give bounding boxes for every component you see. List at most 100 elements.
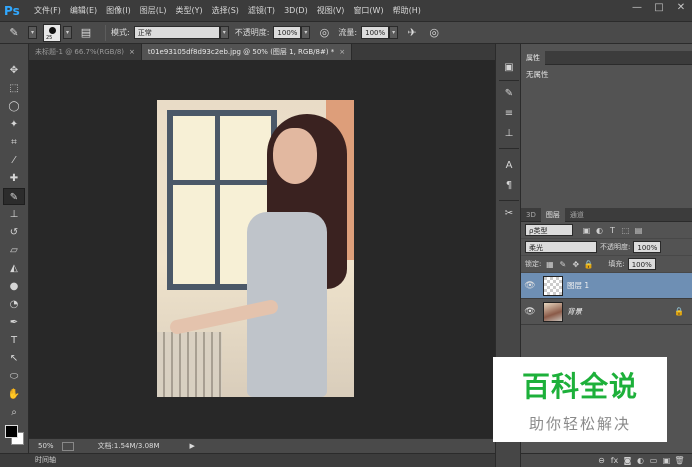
pressure-opacity-icon[interactable]: ◎ xyxy=(316,25,332,41)
document-tabs: 未标题-1 @ 66.7%(RGB/8) × t01e93105df8d93c2e… xyxy=(29,44,495,60)
flow-dropdown-arrow[interactable]: ▾ xyxy=(389,26,399,39)
eraser-tool-icon[interactable]: ▱ xyxy=(3,242,25,259)
path-selection-tool-icon[interactable]: ↖ xyxy=(3,350,25,367)
restore-button[interactable]: □ xyxy=(648,0,670,18)
layer-row-layer1[interactable]: 👁 图层 1 xyxy=(521,273,692,299)
healing-brush-tool-icon[interactable]: ✚ xyxy=(3,170,25,187)
tab-3d[interactable]: 3D xyxy=(521,208,541,222)
lock-image-icon[interactable]: ✎ xyxy=(557,259,568,270)
layer-row-background[interactable]: 👁 背景 🔒 xyxy=(521,299,692,325)
menu-3d[interactable]: 3D(D) xyxy=(284,6,308,15)
filter-shape-icon[interactable]: ⬚ xyxy=(620,225,631,236)
brush-tool-icon[interactable]: ✎ xyxy=(3,188,25,205)
brush-preset-picker[interactable]: 25 xyxy=(43,23,61,42)
opacity-dropdown-arrow[interactable]: ▾ xyxy=(301,26,311,39)
clone-stamp-tool-icon[interactable]: ⊥ xyxy=(3,206,25,223)
canvas-area[interactable] xyxy=(29,60,495,438)
paragraph-panel-icon[interactable]: ¶ xyxy=(501,178,517,194)
layer-name: 图层 1 xyxy=(567,281,590,290)
tab-photo[interactable]: t01e93105df8d93c2eb.jpg @ 50% (图层 1, RGB… xyxy=(141,44,353,60)
mode-dropdown-arrow[interactable]: ▾ xyxy=(219,26,229,39)
menu-layer[interactable]: 图层(L) xyxy=(140,5,167,16)
crop-tool-icon[interactable]: ⌗ xyxy=(3,134,25,151)
visibility-eye-icon[interactable]: 👁 xyxy=(521,307,539,317)
layer-mask-icon[interactable]: ◙ xyxy=(621,456,634,465)
eyedropper-tool-icon[interactable]: ⁄ xyxy=(3,152,25,169)
lock-transparent-icon[interactable]: ▦ xyxy=(544,259,555,270)
dodge-tool-icon[interactable]: ◔ xyxy=(3,296,25,313)
shape-tool-icon[interactable]: ⬭ xyxy=(3,368,25,385)
magic-wand-tool-icon[interactable]: ✦ xyxy=(3,116,25,133)
brush-preset-dropdown[interactable]: ▾ xyxy=(63,26,72,39)
blur-tool-icon[interactable]: ● xyxy=(3,278,25,295)
timeline-bar[interactable]: 时间轴 xyxy=(0,453,495,467)
link-layers-icon[interactable]: ⊖ xyxy=(595,456,608,465)
lock-position-icon[interactable]: ✥ xyxy=(570,259,581,270)
status-options-icon[interactable] xyxy=(61,441,74,451)
menu-type[interactable]: 类型(Y) xyxy=(175,5,202,16)
blend-mode-select[interactable]: 柔光 xyxy=(525,241,597,253)
tab-untitled[interactable]: 未标题-1 @ 66.7%(RGB/8) × xyxy=(29,44,142,60)
document-image[interactable] xyxy=(157,100,354,397)
clone-source-panel-icon[interactable]: ⊥ xyxy=(501,126,517,142)
history-brush-tool-icon[interactable]: ↺ xyxy=(3,224,25,241)
menu-select[interactable]: 选择(S) xyxy=(212,5,239,16)
brush-panel-toggle-icon[interactable]: ▤ xyxy=(78,25,94,41)
new-layer-icon[interactable]: ▣ xyxy=(660,456,673,465)
filter-adjustment-icon[interactable]: ◐ xyxy=(594,225,605,236)
pressure-size-icon[interactable]: ◎ xyxy=(426,25,442,41)
zoom-level[interactable]: 50% xyxy=(38,442,54,450)
history-panel-icon[interactable]: ▣ xyxy=(501,60,517,76)
menu-help[interactable]: 帮助(H) xyxy=(393,5,421,16)
layer-opacity-input[interactable]: 100% xyxy=(633,241,662,253)
filter-type-icon[interactable]: T xyxy=(607,225,618,236)
move-tool-icon[interactable]: ✥ xyxy=(3,62,25,79)
filter-smart-object-icon[interactable]: ▤ xyxy=(633,225,644,236)
brush-panel-icon[interactable]: ✎ xyxy=(501,86,517,102)
mode-select[interactable]: 正常 xyxy=(133,26,220,39)
strip-separator xyxy=(499,148,519,149)
menu-view[interactable]: 视图(V) xyxy=(317,5,345,16)
filter-pixel-icon[interactable]: ▣ xyxy=(581,225,592,236)
paint-bucket-tool-icon[interactable]: ◭ xyxy=(3,260,25,277)
character-panel-icon[interactable]: A xyxy=(501,158,517,174)
separator xyxy=(105,24,106,41)
menu-filter[interactable]: 滤镜(T) xyxy=(248,5,275,16)
airbrush-icon[interactable]: ✈ xyxy=(404,25,420,41)
fill-input[interactable]: 100% xyxy=(627,258,656,270)
tab-untitled-close-icon[interactable]: × xyxy=(129,48,135,56)
pen-tool-icon[interactable]: ✒ xyxy=(3,314,25,331)
marquee-tool-icon[interactable]: ⬚ xyxy=(3,80,25,97)
lock-all-icon[interactable]: 🔒 xyxy=(583,259,594,270)
menu-file[interactable]: 文件(F) xyxy=(34,5,61,16)
flow-input[interactable]: 100% xyxy=(361,26,390,39)
layer-filter-kind-select[interactable]: ρ类型 xyxy=(525,224,573,236)
minimize-button[interactable]: — xyxy=(626,0,648,18)
tab-photo-close-icon[interactable]: × xyxy=(339,48,345,56)
tab-channels[interactable]: 通道 xyxy=(565,208,589,222)
lasso-tool-icon[interactable]: ◯ xyxy=(3,98,25,115)
menu-edit[interactable]: 编辑(E) xyxy=(70,5,97,16)
brush-tip-icon xyxy=(49,26,56,34)
brush-presets-panel-icon[interactable]: ≡ xyxy=(501,106,517,122)
layer-style-icon[interactable]: fx xyxy=(608,456,621,465)
tool-presets-panel-icon[interactable]: ✂ xyxy=(501,206,517,222)
delete-layer-icon[interactable]: 🗑 xyxy=(673,456,686,465)
menu-window[interactable]: 窗口(W) xyxy=(353,5,383,16)
brush-tool-icon[interactable]: ✎ xyxy=(6,25,22,41)
new-group-icon[interactable]: ▭ xyxy=(647,456,660,465)
tab-layers[interactable]: 图层 xyxy=(540,208,565,222)
opacity-input[interactable]: 100% xyxy=(273,26,302,39)
tab-photo-label: t01e93105df8d93c2eb.jpg @ 50% (图层 1, RGB… xyxy=(147,48,335,56)
status-menu-arrow-icon[interactable]: ▶ xyxy=(190,442,195,450)
type-tool-icon[interactable]: T xyxy=(3,332,25,349)
close-button[interactable]: ✕ xyxy=(670,0,692,18)
tool-preset-dropdown[interactable]: ▾ xyxy=(28,26,37,39)
zoom-tool-icon[interactable]: ⌕ xyxy=(3,404,25,421)
hand-tool-icon[interactable]: ✋ xyxy=(3,386,25,403)
visibility-eye-icon[interactable]: 👁 xyxy=(521,281,539,291)
adjustment-layer-icon[interactable]: ◐ xyxy=(634,456,647,465)
menu-image[interactable]: 图像(I) xyxy=(106,5,131,16)
tab-properties[interactable]: 属性 xyxy=(521,51,545,65)
foreground-color-swatch[interactable] xyxy=(5,425,18,438)
